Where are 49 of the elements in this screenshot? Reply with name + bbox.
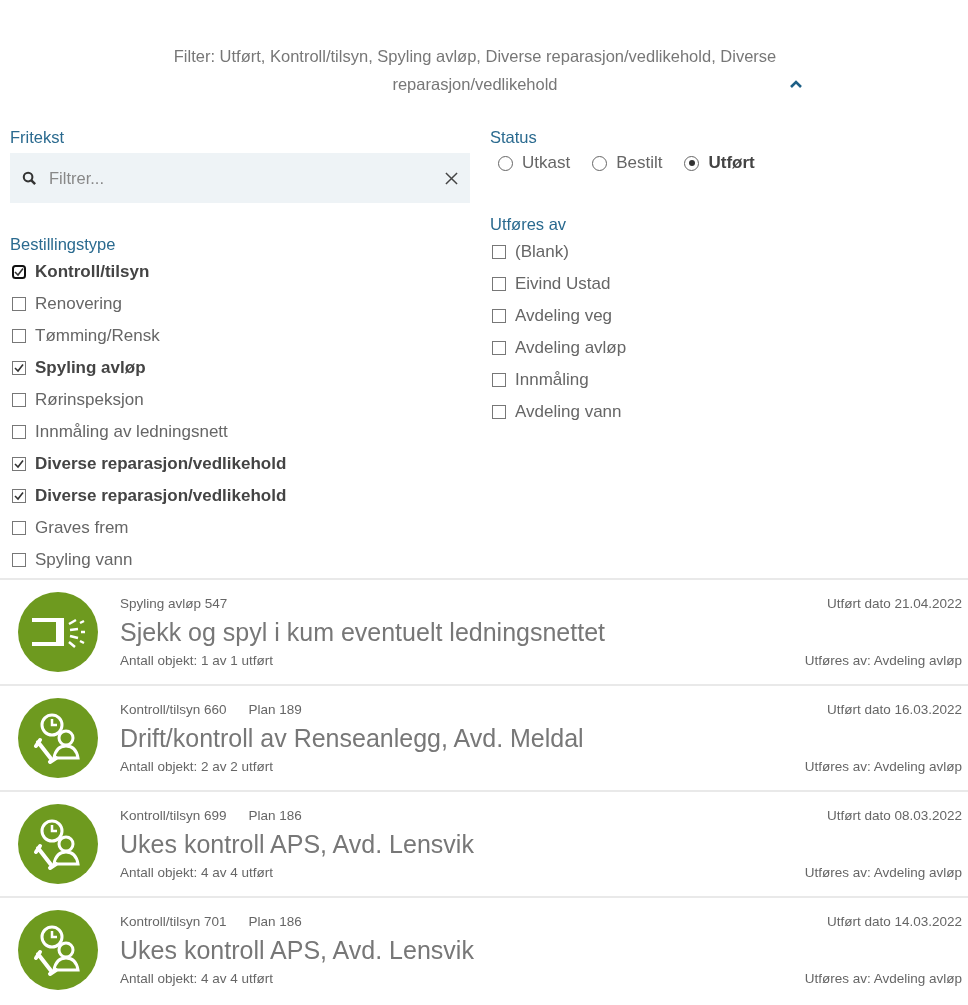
order-title[interactable]: Sjekk og spyl i kum eventuelt ledningsnettet [120,613,962,651]
checkbox-label[interactable]: Eivind Ustad [515,274,611,294]
checkbox-label[interactable]: Spyling avløp [35,358,146,378]
radio-label[interactable]: Utført [708,153,755,173]
object-count: Antall objekt: 1 av 1 utført [120,653,274,668]
checkbox-label[interactable]: Innmåling [515,370,589,390]
radio-label[interactable]: Bestilt [616,153,663,173]
radio-label[interactable]: Utkast [522,153,571,173]
completed-date: Utført dato 16.03.2022 [826,702,962,717]
order-title[interactable]: Drift/kontroll av Renseanlegg, Avd. Meldal [120,719,962,757]
completed-date: Utført dato 14.03.2022 [826,914,962,929]
field-label: Utføres av [490,215,568,234]
plan-number: Plan 189 [248,702,302,717]
performer: Utføres av: Avdeling avløp [804,971,962,986]
object-count: Antall objekt: 4 av 4 utført [120,865,274,880]
object-count: Antall objekt: 2 av 2 utført [120,759,274,774]
order-type: Kontroll/tilsyn 660 [120,702,227,717]
performer: Utføres av: Avdeling avløp [804,653,962,668]
performer: Utføres av: Avdeling avløp [804,759,962,774]
checkbox-label[interactable]: Kontroll/tilsyn [35,262,150,282]
search-input[interactable]: Filtrer... [47,167,435,189]
checkbox-label[interactable]: Graves frem [35,518,129,538]
field-label: Bestillingstype [10,235,117,254]
checkbox-label[interactable]: Rørinspeksjon [35,390,144,410]
field-label: Fritekst [10,128,66,147]
checkbox-label[interactable]: Spyling vann [35,550,133,570]
checkbox-label[interactable]: Tømming/Rensk [35,326,160,346]
checkbox-label[interactable]: Innmåling av ledningsnett [35,422,228,442]
search-bar[interactable]: Filtrer... [10,153,470,203]
checkbox-label[interactable]: Avdeling avløp [515,338,627,358]
filter-summary: Filter: Utført, Kontroll/tilsyn, Spyling avløp, Diverse reparasjon/vedlikehold, Diverse reparasjon/vedlikehold [172,46,778,95]
checkbox-label[interactable]: Avdeling vann [515,402,622,422]
order-type: Kontroll/tilsyn 701 [120,914,227,929]
order-type: Kontroll/tilsyn 699 [120,808,227,823]
checkbox-label[interactable]: (Blank) [515,242,569,262]
field-label: Status [490,128,538,147]
completed-date: Utført dato 08.03.2022 [826,808,962,823]
plan-number: Plan 186 [248,914,302,929]
order-type: Spyling avløp 547 [120,596,228,611]
performer: Utføres av: Avdeling avløp [804,865,962,880]
object-count: Antall objekt: 4 av 4 utført [120,971,274,986]
completed-date: Utført dato 21.04.2022 [826,596,962,611]
order-title[interactable]: Ukes kontroll APS, Avd. Lensvik [120,931,962,969]
checkbox-label[interactable]: Renovering [35,294,122,314]
checkbox-label[interactable]: Avdeling veg [515,306,613,326]
plan-number: Plan 186 [248,808,302,823]
checkbox-label[interactable]: Diverse reparasjon/vedlikehold [35,486,287,506]
order-title[interactable]: Ukes kontroll APS, Avd. Lensvik [120,825,962,863]
checkbox-label[interactable]: Diverse reparasjon/vedlikehold [35,454,287,474]
